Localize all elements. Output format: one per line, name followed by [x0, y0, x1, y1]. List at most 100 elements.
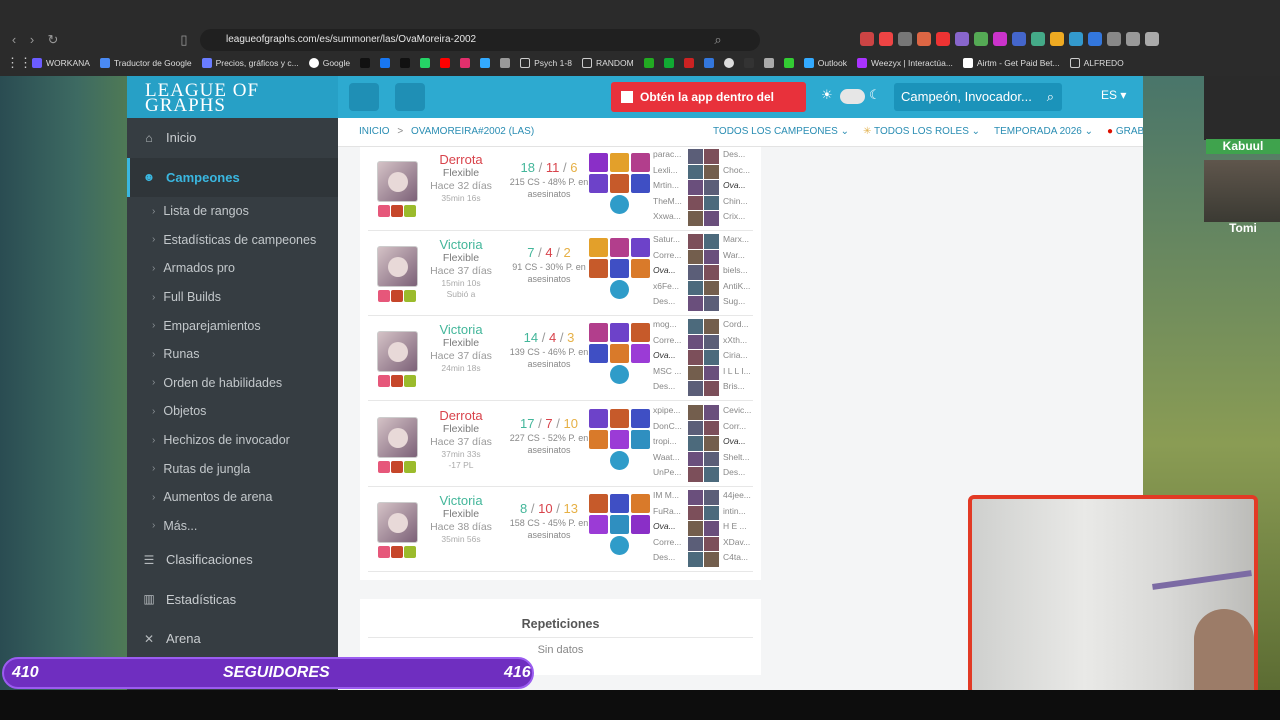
record-button[interactable]: ● GRABAR [1107, 126, 1143, 137]
player-name[interactable]: Choc... [723, 163, 751, 179]
extension-icon[interactable] [936, 32, 950, 46]
bookmark[interactable]: Weezyx | Interactúa... [857, 58, 953, 68]
player-champion-icon[interactable] [704, 521, 719, 536]
bookmark[interactable] [480, 58, 491, 68]
sidebar-subitem[interactable]: › Objetos [127, 397, 338, 426]
language-select[interactable]: ES ▾ [1101, 88, 1126, 102]
match-row[interactable]: Derrota Flexible Hace 37 días 37min 33s -17 … [368, 403, 753, 487]
player-name[interactable]: H E ... [723, 519, 751, 535]
item-icon[interactable] [610, 409, 629, 428]
player-champion-icon[interactable] [688, 381, 703, 396]
bookmark[interactable]: Google [308, 58, 350, 68]
player-name[interactable]: Shelt... [723, 450, 751, 466]
player-champion-icon[interactable] [688, 234, 703, 249]
player-champion-icon[interactable] [688, 521, 703, 536]
player-name[interactable]: mog... [653, 317, 687, 333]
bookmark[interactable]: Precios, gráficos y c... [201, 58, 299, 68]
bookmark[interactable] [420, 58, 431, 68]
player-champion-icon[interactable] [704, 365, 719, 380]
player-champion-icon[interactable] [704, 296, 719, 311]
trinket-icon[interactable] [610, 195, 629, 214]
player-champion-icon[interactable] [688, 505, 703, 520]
bookmark[interactable]: Traductor de Google [99, 58, 192, 68]
bookmark[interactable] [460, 58, 471, 68]
player-name[interactable]: Ciria... [723, 348, 751, 364]
player-champion-icon[interactable] [704, 211, 719, 226]
player-name[interactable]: Waat... [653, 450, 687, 466]
player-name[interactable]: UnPe... [653, 465, 687, 481]
item-icon[interactable] [631, 515, 650, 534]
item-icon[interactable] [631, 153, 650, 172]
player-champion-icon[interactable] [704, 180, 719, 195]
sidebar-subitem[interactable]: › Orden de habilidades [127, 369, 338, 398]
item-icon[interactable] [610, 430, 629, 449]
player-champion-icon[interactable] [688, 490, 703, 505]
item-icon[interactable] [610, 323, 629, 342]
item-icon[interactable] [610, 238, 629, 257]
match-row[interactable]: Derrota Flexible Hace 32 días 35min 16s 18 /… [368, 147, 753, 231]
player-name[interactable]: Bris... [723, 379, 751, 395]
player-name[interactable]: Ova... [653, 263, 687, 279]
player-name[interactable]: C4ta... [723, 550, 751, 566]
player-champion-icon[interactable] [704, 552, 719, 567]
extension-icon[interactable] [1031, 32, 1045, 46]
sidebar-subitem[interactable]: › Hechizos de invocador [127, 426, 338, 455]
item-icon[interactable] [589, 515, 608, 534]
extension-icon[interactable] [974, 32, 988, 46]
player-champion-icon[interactable] [688, 350, 703, 365]
player-name[interactable]: IM M... [653, 488, 687, 504]
player-name[interactable]: intin... [723, 504, 751, 520]
bookmark[interactable] [643, 58, 654, 68]
site-logo[interactable]: LEAGUE OF GRAPHS [127, 76, 338, 118]
player-champion-icon[interactable] [704, 149, 719, 164]
extension-icon[interactable] [917, 32, 931, 46]
player-name[interactable]: Marx... [723, 232, 751, 248]
player-name[interactable]: MSC ... [653, 364, 687, 380]
player-name[interactable]: Chin... [723, 194, 751, 210]
sidebar-subitem[interactable]: › Más... [127, 512, 338, 541]
item-icon[interactable] [589, 323, 608, 342]
trinket-icon[interactable] [610, 365, 629, 384]
player-champion-icon[interactable] [688, 420, 703, 435]
item-icon[interactable] [589, 174, 608, 193]
player-name[interactable]: x6Fe... [653, 279, 687, 295]
extension-icon[interactable] [879, 32, 893, 46]
sidebar-item-arena[interactable]: ✕ Arena [127, 619, 338, 659]
player-champion-icon[interactable] [688, 265, 703, 280]
player-champion-icon[interactable] [704, 536, 719, 551]
bookmark[interactable] [400, 58, 411, 68]
bookmark-folder[interactable]: RANDOM [581, 58, 634, 68]
reload-icon[interactable]: ↻ [45, 32, 61, 48]
player-name[interactable]: TheM... [653, 194, 687, 210]
player-champion-icon[interactable] [704, 381, 719, 396]
player-name[interactable]: xpipe... [653, 403, 687, 419]
item-icon[interactable] [631, 259, 650, 278]
bookmark[interactable] [440, 58, 451, 68]
player-champion-icon[interactable] [704, 280, 719, 295]
extension-icon[interactable] [1107, 32, 1121, 46]
player-name[interactable]: Sug... [723, 294, 751, 310]
player-champion-icon[interactable] [688, 365, 703, 380]
bookmark[interactable] [703, 58, 714, 68]
extension-icon[interactable] [1069, 32, 1083, 46]
player-name[interactable]: Lexli... [653, 163, 687, 179]
item-icon[interactable] [589, 259, 608, 278]
match-row[interactable]: Victoria Flexible Hace 37 días 15min 10s Sub… [368, 232, 753, 316]
bookmark-folder[interactable]: ALFREDO [1069, 58, 1124, 68]
player-name[interactable]: xXth... [723, 333, 751, 349]
player-champion-icon[interactable] [704, 249, 719, 264]
player-name[interactable]: Satur... [653, 232, 687, 248]
champion-portrait[interactable] [377, 331, 418, 372]
extension-icon[interactable] [1088, 32, 1102, 46]
tft-game-button[interactable] [395, 83, 425, 111]
bookmark[interactable]: Airtm - Get Paid Bet... [962, 58, 1060, 68]
search-icon[interactable]: ⌕ [1047, 83, 1054, 111]
bookmark[interactable] [500, 58, 511, 68]
trinket-icon[interactable] [610, 536, 629, 555]
item-icon[interactable] [631, 323, 650, 342]
player-champion-icon[interactable] [688, 467, 703, 482]
extension-icon[interactable] [1012, 32, 1026, 46]
sidebar-subitem[interactable]: › Lista de rangos [127, 197, 338, 226]
player-champion-icon[interactable] [688, 552, 703, 567]
bookmark[interactable] [723, 58, 734, 68]
